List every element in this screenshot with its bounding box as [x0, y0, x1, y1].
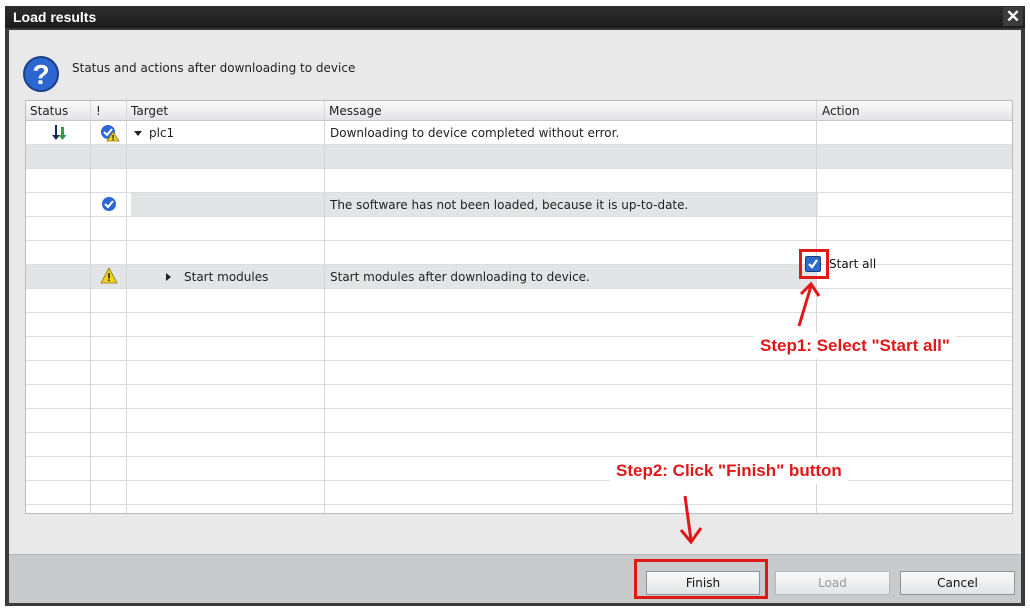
column-header-status[interactable]: Status — [30, 104, 68, 118]
column-header-action[interactable]: Action — [822, 104, 860, 118]
table-row — [26, 361, 1012, 385]
table-row[interactable] — [26, 169, 1012, 193]
cancel-button[interactable]: Cancel — [900, 571, 1015, 595]
message-text: Start modules after downloading to devic… — [330, 270, 590, 284]
svg-text:?: ? — [32, 59, 49, 90]
message-text: Downloading to device completed without … — [330, 126, 620, 140]
highlight-box-checkbox — [799, 249, 829, 279]
table-row[interactable] — [26, 217, 1012, 241]
warning-icon — [100, 267, 118, 289]
column-header-message[interactable]: Message — [329, 104, 382, 118]
ok-check-icon — [101, 196, 117, 216]
chevron-down-icon[interactable] — [134, 131, 142, 136]
table-row — [26, 481, 1012, 505]
target-label: plc1 — [149, 126, 175, 140]
title-bar: Load results ✕ — [5, 6, 1025, 28]
arrow-down-annotation-icon — [679, 495, 703, 545]
close-button[interactable]: ✕ — [1003, 7, 1023, 26]
step2-annotation: Step2: Click "Finish" button — [610, 458, 848, 484]
step1-annotation: Step1: Select "Start all" — [754, 333, 956, 359]
arrow-up-annotation-icon — [797, 281, 821, 327]
message-text: The software has not been loaded, becaus… — [330, 198, 689, 212]
dialog-subtitle: Status and actions after downloading to … — [72, 61, 356, 75]
dialog-body: ? Status and actions after downloading t… — [9, 30, 1021, 603]
table-row — [26, 433, 1012, 457]
table-row — [26, 409, 1012, 433]
table-row — [26, 385, 1012, 409]
chevron-right-icon[interactable] — [166, 273, 171, 281]
dialog-title: Load results — [13, 9, 97, 25]
table-header: Status ! Target Message Action — [26, 101, 1012, 121]
table-row[interactable] — [26, 145, 1012, 169]
highlight-box-finish — [634, 559, 768, 599]
results-table: Status ! Target Message Action plc1 Down… — [25, 100, 1013, 514]
ok-warning-icon — [100, 124, 120, 146]
question-icon: ? — [21, 54, 61, 98]
column-header-alert[interactable]: ! — [96, 104, 101, 118]
load-button[interactable]: Load — [775, 571, 890, 595]
target-label: Start modules — [184, 270, 269, 284]
load-results-dialog: Load results ✕ ? Status and actions afte… — [5, 6, 1025, 606]
start-all-label[interactable]: Start all — [829, 257, 876, 271]
table-row — [26, 289, 1012, 313]
column-header-target[interactable]: Target — [131, 104, 168, 118]
table-row — [26, 457, 1012, 481]
download-arrow-icon — [50, 124, 68, 146]
